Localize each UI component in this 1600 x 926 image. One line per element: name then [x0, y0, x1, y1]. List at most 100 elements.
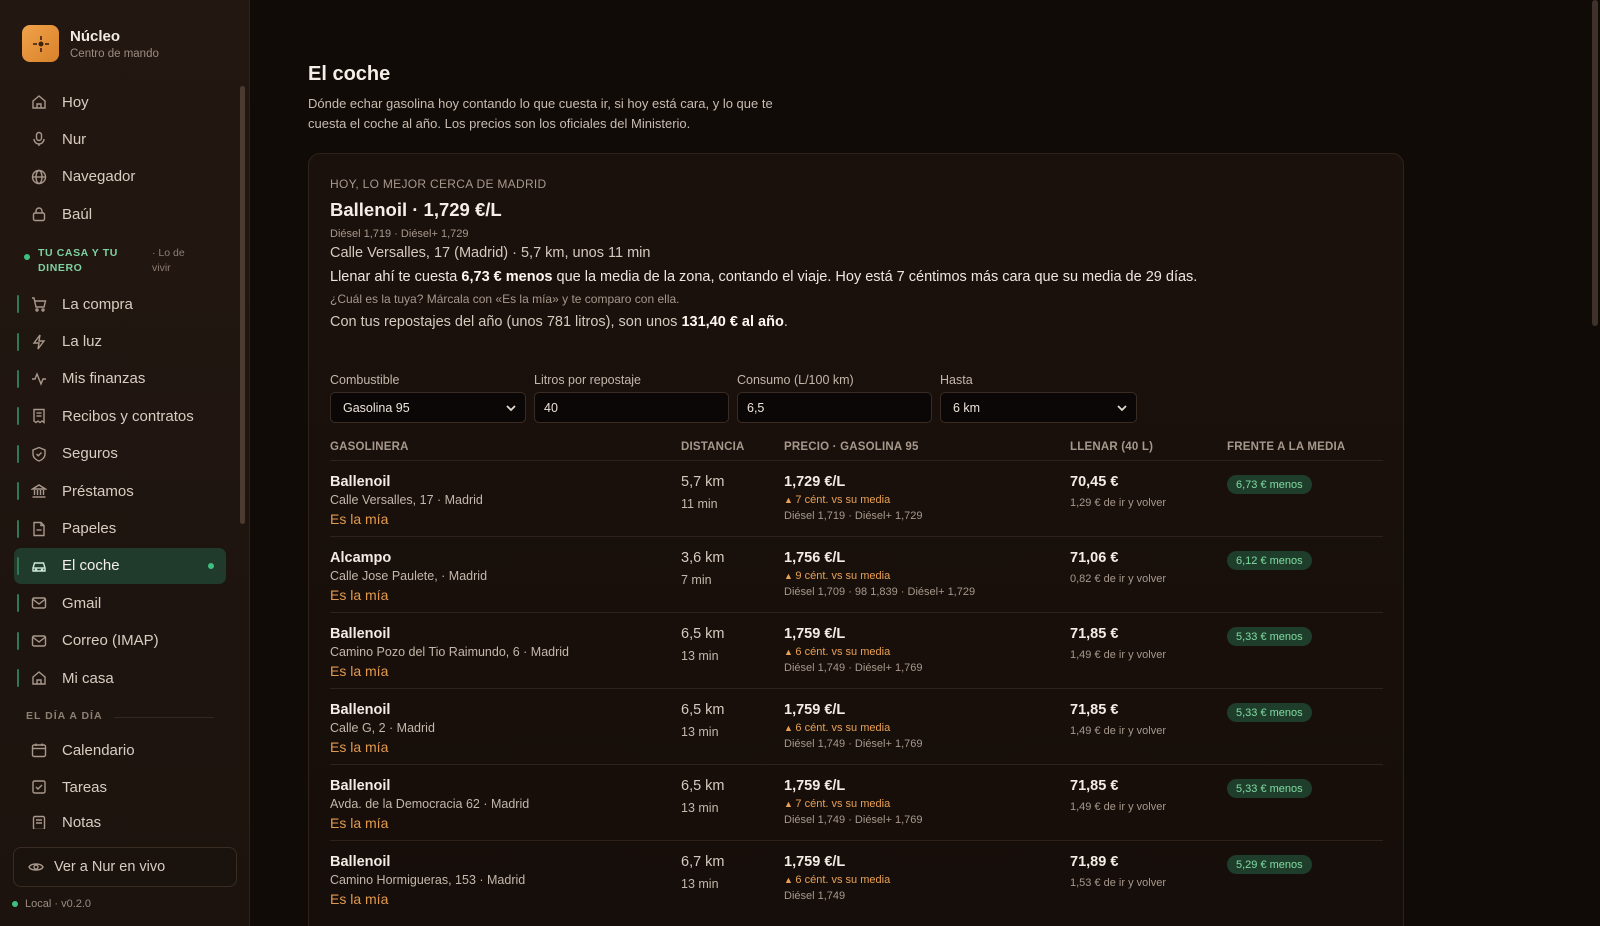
sidebar-item-el-coche[interactable]: El coche — [14, 547, 226, 584]
fuel-select[interactable]: Gasolina 95 — [330, 392, 526, 423]
sidebar-item-la-luz[interactable]: La luz — [14, 324, 226, 360]
mark-as-mine-link[interactable]: Es la mía — [330, 815, 388, 831]
live-button[interactable]: Ver a Nur en vivo — [13, 847, 237, 887]
other-fuel-prices: Diésel 1,749 · Diésel+ 1,769 — [784, 814, 923, 826]
sidebar-item-prestamos[interactable]: Préstamos — [14, 473, 226, 509]
sidebar-item-seguros[interactable]: Seguros — [14, 436, 226, 472]
sidebar-item-label: Notas — [62, 813, 102, 829]
price-warning: 6 cént. vs su media — [784, 874, 890, 886]
price-warning: 9 cént. vs su media — [784, 570, 890, 582]
mark-as-mine-link[interactable]: Es la mía — [330, 511, 388, 527]
mail-icon — [30, 594, 48, 612]
sidebar-item-mis-finanzas[interactable]: Mis finanzas — [14, 361, 226, 397]
chevron-down-icon — [504, 401, 518, 415]
mark-as-mine-link[interactable]: Es la mía — [330, 739, 388, 755]
section-title: TU CASA Y TU DINERO — [38, 247, 118, 275]
sidebar: Núcleo Centro de mando Hoy Nur Navegador… — [0, 0, 250, 926]
station-drive-time: 13 min — [681, 877, 719, 891]
table-row[interactable]: Ballenoil Calle Versalles, 17 · Madrid Es … — [330, 461, 1383, 537]
liters-value: 40 — [544, 400, 558, 415]
station-distance: 6,5 km — [681, 778, 725, 794]
sidebar-item-label: Hoy — [62, 93, 89, 111]
shield-icon — [30, 445, 48, 463]
station-drive-time: 7 min — [681, 573, 712, 587]
table-body: Ballenoil Calle Versalles, 17 · Madrid Es … — [330, 461, 1383, 917]
hero-yearly-pre: Con tus repostajes del año (unos 781 lit… — [330, 314, 682, 330]
table-row[interactable]: Ballenoil Calle G, 2 · Madrid Es la mía 6,5… — [330, 689, 1383, 765]
price-warning: 7 cént. vs su media — [784, 494, 890, 506]
status-dot — [12, 901, 18, 907]
liters-input[interactable]: 40 — [534, 392, 729, 423]
trip-cost: 1,53 € de ir y volver — [1070, 877, 1166, 889]
fill-cost: 71,85 € — [1070, 702, 1119, 718]
sidebar-item-mi-casa[interactable]: Mi casa — [14, 660, 226, 696]
app-name: Núcleo — [70, 27, 121, 45]
sidebar-item-label: Papeles — [62, 520, 117, 538]
station-name: Ballenoil — [330, 474, 391, 490]
sidebar-item-label: Correo (IMAP) — [62, 632, 159, 650]
mark-as-mine-link[interactable]: Es la mía — [330, 663, 388, 679]
stations-table: GASOLINERA DISTANCIA PRECIO · GASOLINA 9… — [330, 441, 1383, 917]
table-header: GASOLINERA DISTANCIA PRECIO · GASOLINA 9… — [330, 441, 1383, 461]
station-name: Ballenoil — [330, 702, 391, 718]
brand[interactable]: Núcleo Centro de mando — [22, 25, 159, 62]
station-drive-time: 11 min — [681, 497, 718, 511]
sidebar-item-tareas[interactable]: Tareas — [14, 769, 226, 805]
sidebar-item-hoy[interactable]: Hoy — [14, 84, 226, 120]
hero-address: Calle Versalles, 17 (Madrid) · 5,7 km, u… — [330, 245, 651, 261]
consumption-label: Consumo (L/100 km) — [737, 373, 854, 387]
sidebar-item-la-compra[interactable]: La compra — [14, 286, 226, 322]
house-icon — [30, 669, 48, 687]
table-row[interactable]: Alcampo Calle Jose Paulete, · Madrid Es la… — [330, 537, 1383, 613]
status-dot — [24, 254, 30, 261]
station-name: Ballenoil — [330, 854, 391, 870]
lock-icon — [30, 205, 48, 223]
table-row[interactable]: Ballenoil Camino Pozo del Tio Raimundo, 6… — [330, 613, 1383, 689]
sidebar-item-baul[interactable]: Baúl — [14, 196, 226, 232]
mark-as-mine-link[interactable]: Es la mía — [330, 891, 388, 907]
globe-icon — [30, 168, 48, 186]
activity-icon — [30, 370, 48, 388]
table-row[interactable]: Ballenoil Avda. de la Democracia 62 · Mad… — [330, 765, 1383, 841]
sidebar-item-recibos[interactable]: Recibos y contratos — [14, 398, 226, 434]
sidebar-item-nur[interactable]: Nur — [14, 121, 226, 157]
fuel-label: Combustible — [330, 373, 400, 387]
trip-cost: 1,29 € de ir y volver — [1070, 497, 1166, 509]
liters-field: Litros por repostaje 40 — [534, 373, 729, 423]
consumption-input[interactable]: 6,5 — [737, 392, 932, 423]
sidebar-item-papeles[interactable]: Papeles — [14, 511, 226, 547]
table-row[interactable]: Ballenoil Camino Hormigueras, 153 · Madri… — [330, 841, 1383, 917]
sidebar-item-correo-imap[interactable]: Correo (IMAP) — [14, 623, 226, 659]
trip-cost: 1,49 € de ir y volver — [1070, 725, 1166, 737]
eye-icon — [28, 859, 44, 875]
station-distance: 6,7 km — [681, 854, 725, 870]
other-fuel-prices: Diésel 1,749 · Diésel+ 1,769 — [784, 662, 923, 674]
sidebar-item-notas[interactable]: Notas — [14, 807, 226, 829]
station-price: 1,759 €/L — [784, 854, 846, 870]
hero-savings-post: que la media de la zona, contando el via… — [552, 269, 1198, 285]
sidebar-item-label: Baúl — [62, 205, 93, 223]
station-address: Calle Versalles, 17 · Madrid — [330, 493, 483, 507]
sidebar-scrollbar[interactable] — [240, 86, 245, 524]
sidebar-item-navegador[interactable]: Navegador — [14, 159, 226, 195]
car-icon — [30, 557, 48, 575]
brand-logo-icon — [22, 25, 59, 62]
hero-savings: Llenar ahí te cuesta 6,73 € menos que la… — [330, 269, 1383, 285]
station-price: 1,759 €/L — [784, 626, 846, 642]
station-distance: 3,6 km — [681, 550, 725, 566]
page-title: El coche — [308, 63, 391, 85]
calendar-icon — [30, 741, 48, 759]
other-fuel-prices: Diésel 1,719 · Diésel+ 1,729 — [784, 510, 923, 522]
sidebar-item-gmail[interactable]: Gmail — [14, 585, 226, 621]
page-scrollbar[interactable] — [1592, 0, 1598, 326]
sidebar-item-calendario[interactable]: Calendario — [14, 732, 226, 768]
range-select[interactable]: 6 km — [940, 392, 1137, 423]
hero-yearly-post: . — [783, 314, 788, 330]
station-price: 1,729 €/L — [784, 474, 846, 490]
mark-as-mine-link[interactable]: Es la mía — [330, 587, 388, 603]
station-name: Alcampo — [330, 550, 392, 566]
trip-cost: 0,82 € de ir y volver — [1070, 573, 1166, 585]
station-address: Calle G, 2 · Madrid — [330, 721, 435, 735]
main-content: El coche Dónde echar gasolina hoy contan… — [250, 0, 1600, 926]
hero-hint: ¿Cuál es la tuya? Márcala con «Es la mía… — [330, 292, 680, 306]
